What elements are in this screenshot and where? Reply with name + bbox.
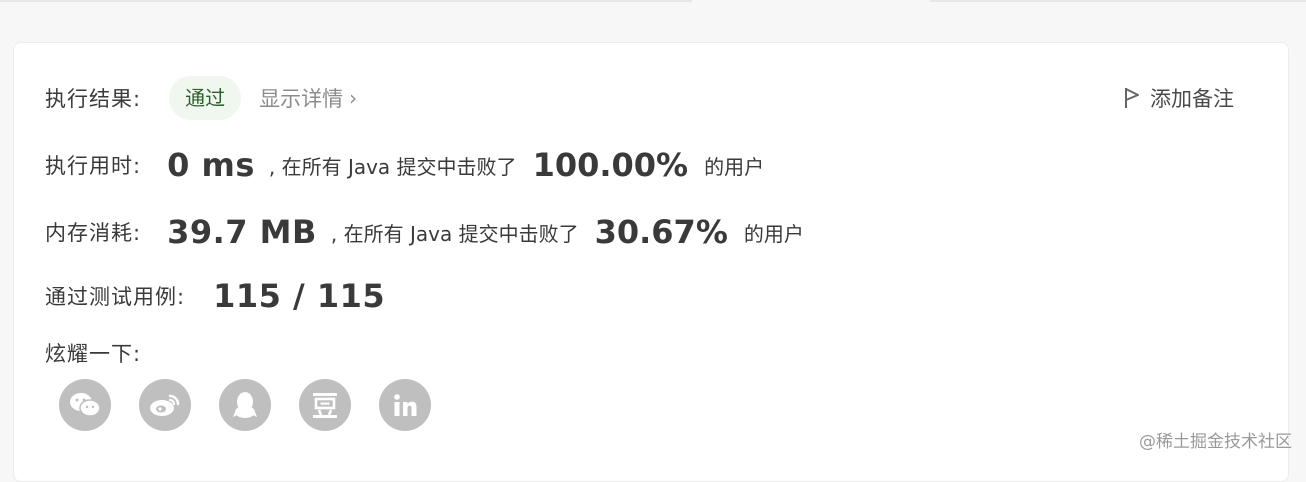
linkedin-share-button[interactable]: [379, 379, 431, 431]
tab-divider-right: [930, 0, 1306, 2]
runtime-value: 0 ms: [167, 146, 255, 184]
qq-icon: [232, 390, 258, 420]
result-row: 执行结果: 通过 显示详情 ›: [45, 73, 357, 123]
runtime-label: 执行用时:: [45, 150, 141, 180]
show-details-label: 显示详情: [259, 83, 343, 113]
weibo-icon: [149, 391, 181, 419]
tests-value: 115 / 115: [213, 277, 385, 315]
top-tab-bar: [0, 0, 1306, 4]
result-label: 执行结果:: [45, 83, 141, 113]
memory-label: 内存消耗:: [45, 217, 141, 247]
memory-value: 39.7 MB: [167, 213, 317, 251]
weibo-share-button[interactable]: [139, 379, 191, 431]
watermark: @稀土掘金技术社区: [1139, 427, 1292, 452]
memory-beat-text: , 在所有 Java 提交中击败了: [331, 218, 579, 247]
status-badge: 通过: [169, 76, 241, 120]
qq-share-button[interactable]: [219, 379, 271, 431]
memory-row: 内存消耗: 39.7 MB , 在所有 Java 提交中击败了 30.67% 的…: [45, 208, 804, 256]
flag-icon: [1122, 86, 1142, 110]
runtime-percent: 100.00%: [533, 146, 689, 184]
add-note-button[interactable]: 添加备注: [1122, 83, 1234, 113]
tab-divider-left: [0, 0, 692, 2]
runtime-beat-text: , 在所有 Java 提交中击败了: [269, 151, 517, 180]
linkedin-icon: [392, 392, 418, 418]
add-note-label: 添加备注: [1150, 83, 1234, 113]
share-row: 炫耀一下:: [45, 335, 141, 371]
runtime-row: 执行用时: 0 ms , 在所有 Java 提交中击败了 100.00% 的用户: [45, 141, 764, 189]
memory-suffix: 的用户: [744, 218, 804, 247]
share-label: 炫耀一下:: [45, 338, 141, 368]
tests-row: 通过测试用例: 115 / 115: [45, 272, 385, 320]
tests-label: 通过测试用例:: [45, 281, 185, 311]
show-details-link[interactable]: 显示详情 ›: [259, 83, 357, 113]
runtime-suffix: 的用户: [704, 151, 764, 180]
wechat-share-button[interactable]: [59, 379, 111, 431]
wechat-icon: [69, 391, 101, 419]
share-icon-group: [59, 379, 459, 431]
douban-share-button[interactable]: [299, 379, 351, 431]
submission-result-card: 执行结果: 通过 显示详情 › 添加备注 执行用时: 0 ms , 在所有 Ja…: [13, 42, 1289, 482]
chevron-right-icon: ›: [349, 86, 357, 110]
douban-icon: [310, 390, 340, 420]
memory-percent: 30.67%: [595, 213, 728, 251]
